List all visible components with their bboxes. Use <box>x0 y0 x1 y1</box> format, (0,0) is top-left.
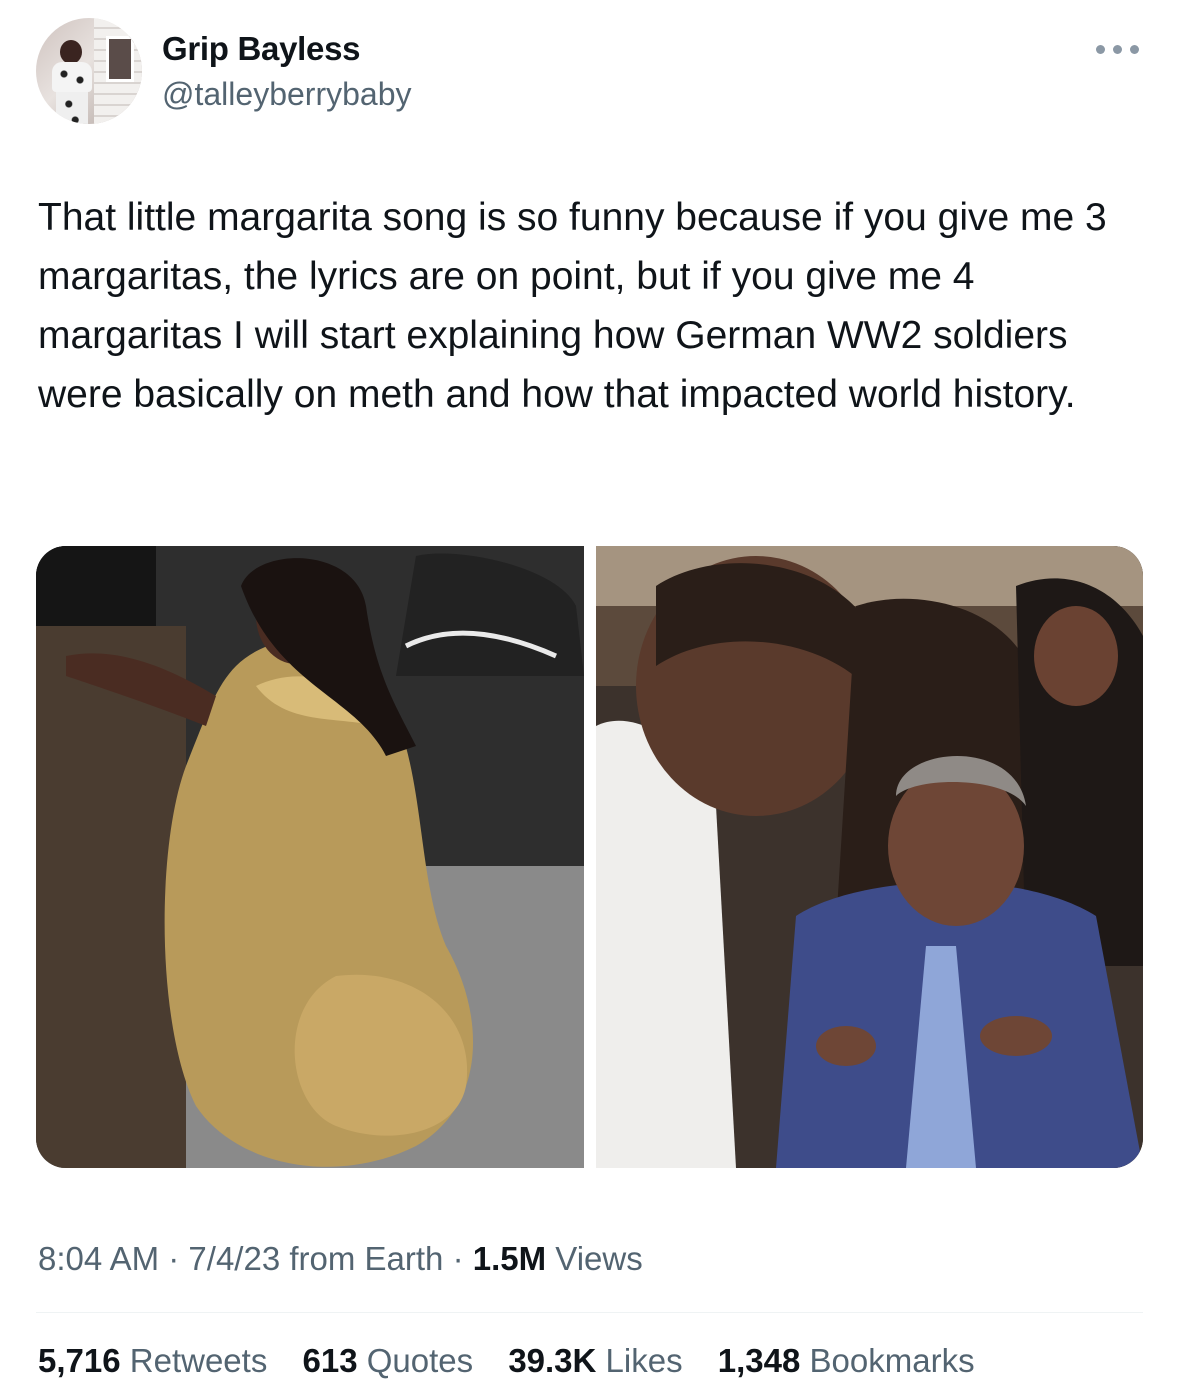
quotes-stat[interactable]: 613 Quotes <box>303 1342 474 1379</box>
meta-separator: · <box>452 1240 464 1277</box>
quotes-label: Quotes <box>366 1342 474 1379</box>
engagement-stats: 5,716 Retweets 613 Quotes 39.3K Likes 1,… <box>38 1342 1001 1380</box>
tweet-text: That little margarita song is so funny b… <box>38 196 1107 416</box>
photo-left[interactable] <box>36 546 584 1168</box>
bookmarks-label: Bookmarks <box>809 1342 975 1379</box>
meta-separator: · <box>168 1240 180 1277</box>
divider <box>36 1312 1143 1313</box>
author-name[interactable]: Grip Bayless <box>162 30 360 68</box>
bookmarks-stat[interactable]: 1,348 Bookmarks <box>718 1342 975 1379</box>
likes-count: 39.3K <box>508 1342 597 1379</box>
tweet-date[interactable]: 7/4/23 <box>188 1240 280 1277</box>
tweet-source: from Earth <box>289 1240 444 1277</box>
media-grid <box>36 546 1143 1168</box>
author-handle[interactable]: @talleyberrybaby <box>162 76 411 113</box>
quotes-count: 613 <box>302 1342 358 1379</box>
tweet-time[interactable]: 8:04 AM <box>38 1240 159 1277</box>
tweet-meta: 8:04 AM · 7/4/23 from Earth · 1.5M Views <box>38 1240 643 1278</box>
more-icon[interactable] <box>1094 38 1142 60</box>
likes-stat[interactable]: 39.3K Likes <box>508 1342 682 1379</box>
retweets-stat[interactable]: 5,716 Retweets <box>38 1342 267 1379</box>
views-label: Views <box>555 1240 643 1277</box>
photo-right[interactable] <box>596 546 1143 1168</box>
bookmarks-count: 1,348 <box>717 1342 801 1379</box>
avatar[interactable] <box>36 18 142 124</box>
retweets-count: 5,716 <box>38 1342 121 1379</box>
views-count: 1.5M <box>472 1240 547 1277</box>
retweets-label: Retweets <box>129 1342 268 1379</box>
likes-label: Likes <box>605 1342 683 1379</box>
